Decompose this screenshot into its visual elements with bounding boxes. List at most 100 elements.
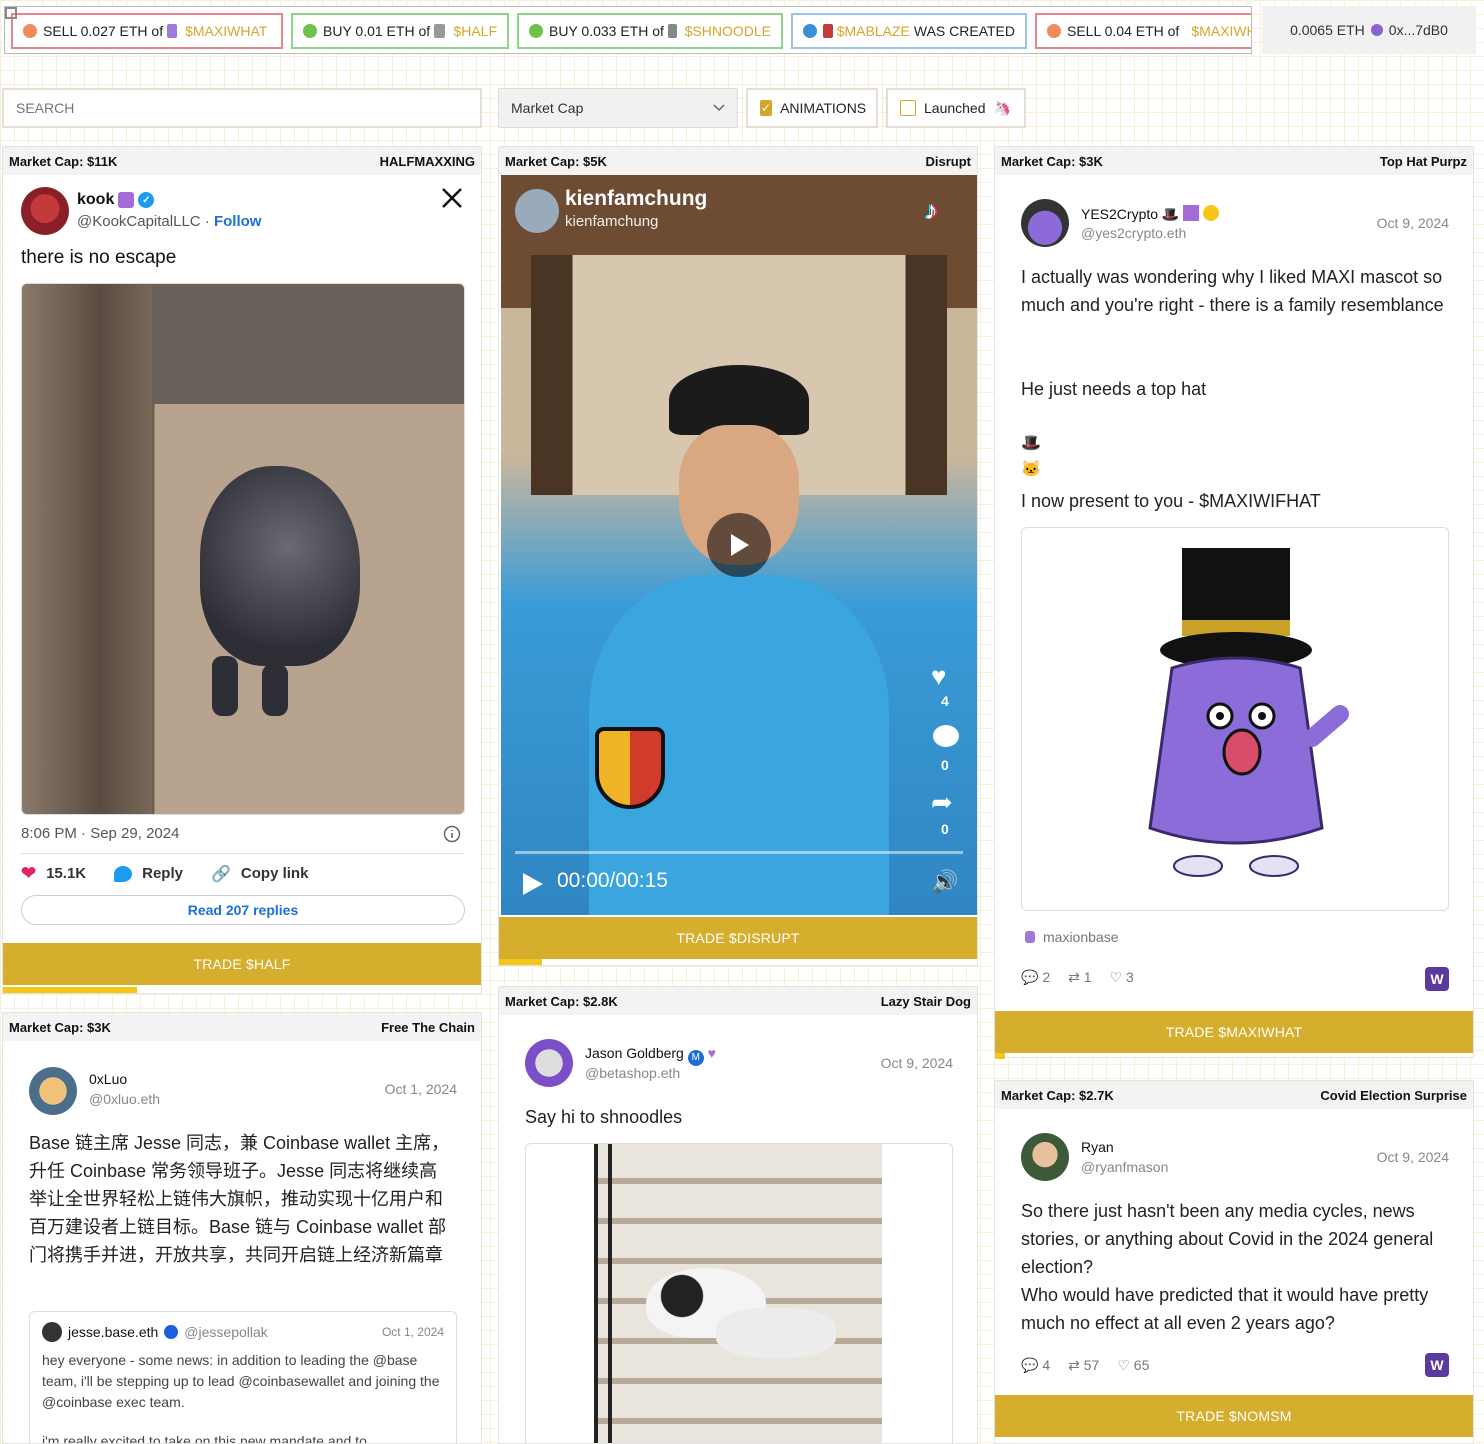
token-card-half[interactable]: Market Cap: $11K HALFMAXXING kook ✓ @Koo… (2, 146, 482, 994)
ticker-item[interactable]: BUY 0.033 ETH of $SHNOODLE (517, 13, 783, 49)
quote-text: hey everyone - some news: in addition to… (42, 1352, 440, 1410)
post-image[interactable] (1021, 527, 1449, 911)
info-icon[interactable] (443, 825, 461, 843)
ticker-action: SELL 0.04 ETH of (1067, 23, 1180, 39)
like-icon[interactable]: ♥ (931, 661, 946, 692)
author-name[interactable]: Ryan (1081, 1139, 1114, 1155)
copy-link-button[interactable]: Copy link (241, 865, 309, 882)
tiktok-logo-icon[interactable]: ♪ (925, 195, 938, 226)
reply-button[interactable]: Reply (142, 865, 183, 882)
wallet-avatar-icon (1370, 24, 1383, 36)
unicorn-icon: 🦄 (993, 99, 1011, 116)
token-card-covid[interactable]: Market Cap: $2.7K Covid Election Surpris… (994, 1080, 1474, 1444)
ticker-item[interactable]: $MABLAZE WAS CREATED (791, 13, 1027, 49)
trade-button[interactable]: TRADE $NOMSM (995, 1395, 1473, 1437)
wallet-button[interactable]: 0.0065 ETH 0x...7dB0 (1262, 6, 1476, 54)
author-name[interactable]: 0xLuo (89, 1071, 127, 1087)
animations-toggle[interactable]: ✓ ANIMATIONS (746, 88, 878, 128)
avatar (1021, 1133, 1069, 1181)
warpcast-icon[interactable]: W (1425, 1353, 1449, 1377)
ticker-item[interactable]: SELL 0.027 ETH of $MAXIWHAT (11, 13, 283, 49)
market-cap: Market Cap: $3K (1001, 153, 1103, 169)
video-scrubber[interactable] (515, 851, 963, 854)
video-time: 00:00/00:15 (557, 869, 668, 892)
post-text: I now present to you - $MAXIWIFHAT (1021, 491, 1321, 511)
heart-icon[interactable]: ❤ (21, 863, 36, 884)
reply-stat[interactable]: 💬 4 (1021, 1357, 1050, 1374)
channel-icon (1025, 931, 1035, 943)
like-count: 15.1K (46, 865, 87, 882)
author-row[interactable]: YES2Crypto 🎩 (1081, 205, 1220, 223)
quoted-post[interactable]: jesse.base.eth @jessepollak Oct 1, 2024 … (29, 1311, 457, 1444)
card-header: Market Cap: $11K HALFMAXXING (3, 147, 481, 175)
post-stats: 💬 4 ⇄ 57 ♡ 65 (1021, 1357, 1149, 1374)
card-header: Market Cap: $3K Top Hat Purpz (995, 147, 1473, 175)
play-overlay-button[interactable] (707, 513, 771, 577)
recast-stat[interactable]: ⇄ 57 (1068, 1357, 1099, 1374)
hippo-leg (212, 656, 238, 716)
tweet-author[interactable]: kook ✓ (77, 191, 155, 209)
creator-avatar (515, 189, 559, 233)
play-icon[interactable] (519, 871, 545, 897)
dog-body (716, 1308, 836, 1358)
share-icon[interactable]: ➦ (931, 787, 953, 818)
tweet-handle-row: @KookCapitalLLC · Follow (77, 213, 262, 230)
reply-stat[interactable]: 💬 2 (1021, 969, 1050, 986)
post-text: Who would have predicted that it would h… (1021, 1285, 1429, 1333)
video-player[interactable]: kienfamchung kienfamchung ♪ ♥ 4 0 ➦ 0 00… (501, 175, 977, 915)
link-icon[interactable]: 🔗 (211, 864, 231, 884)
token-card-maxiwhat[interactable]: Market Cap: $3K Top Hat Purpz YES2Crypto… (994, 146, 1474, 1059)
railing (594, 1144, 634, 1443)
post-date: Oct 9, 2024 (880, 1055, 953, 1071)
recast-stat[interactable]: ⇄ 1 (1068, 969, 1091, 986)
like-stat[interactable]: ♡ 3 (1110, 969, 1134, 986)
quote-text: i'm really excited to take on this new m… (42, 1433, 367, 1444)
like-count: 4 (941, 693, 949, 709)
follow-link[interactable]: Follow (214, 213, 262, 230)
x-logo-icon[interactable] (441, 187, 463, 209)
token-name: Covid Election Surprise (1320, 1087, 1467, 1103)
trade-button[interactable]: TRADE $MAXIWHAT (995, 1011, 1473, 1053)
ticker-token: $MABLAZE (836, 23, 910, 39)
ticker-item[interactable]: SELL 0.04 ETH of $MAXIWHAT (1035, 13, 1251, 49)
comment-icon[interactable] (933, 725, 959, 747)
token-icon (667, 24, 677, 38)
create-dot-icon (803, 24, 817, 38)
author-handle: @yes2crypto.eth (1081, 225, 1187, 241)
read-replies-button[interactable]: Read 207 replies (21, 895, 465, 925)
market-cap: Market Cap: $3K (9, 1019, 111, 1035)
quote-handle: @jessepollak (184, 1324, 268, 1340)
tweet-image[interactable] (21, 283, 465, 815)
channel-link[interactable]: maxionbase (1025, 929, 1119, 945)
launched-toggle[interactable]: Launched 🦄 (886, 88, 1026, 128)
trade-button[interactable]: TRADE $HALF (3, 943, 481, 985)
tweet-handle: @KookCapitalLLC (77, 213, 201, 230)
sell-dot-icon (1047, 24, 1061, 38)
divider (21, 853, 465, 854)
wallet-address: 0x...7dB0 (1388, 22, 1448, 38)
ticker-item[interactable]: BUY 0.01 ETH of $HALF (291, 13, 509, 49)
buy-dot-icon (529, 24, 543, 38)
comment-count: 0 (941, 757, 949, 773)
market-cap: Market Cap: $5K (505, 153, 607, 169)
post-text: I actually was wondering why I liked MAX… (1021, 267, 1444, 315)
token-card-dog[interactable]: Market Cap: $2.8K Lazy Stair Dog Jason G… (498, 986, 978, 1444)
volume-icon[interactable]: 🔊 (931, 869, 958, 895)
sort-value: Market Cap (511, 100, 584, 116)
launched-label: Launched (924, 100, 986, 116)
hippo-body (200, 466, 360, 666)
sort-select[interactable]: Market Cap (498, 88, 738, 128)
search-input[interactable] (2, 88, 482, 128)
token-card-chain[interactable]: Market Cap: $3K Free The Chain 0xLuo @0x… (2, 1012, 482, 1444)
like-stat[interactable]: ♡ 65 (1117, 1357, 1149, 1374)
reply-icon[interactable] (114, 865, 133, 882)
post-image[interactable] (525, 1143, 953, 1443)
quote-author: jesse.base.eth (68, 1324, 159, 1340)
trade-button[interactable]: TRADE $DISRUPT (499, 917, 977, 959)
warpcast-icon[interactable]: W (1425, 967, 1449, 991)
author-row[interactable]: Jason Goldberg M ♥ (585, 1045, 716, 1066)
token-card-disrupt[interactable]: Market Cap: $5K Disrupt kienfamchung kie… (498, 146, 978, 966)
market-cap: Market Cap: $2.7K (1001, 1087, 1114, 1103)
tweet-time: 8:06 PM · Sep 29, 2024 (21, 825, 180, 842)
cat-emoji: 🐱 (1021, 461, 1041, 478)
